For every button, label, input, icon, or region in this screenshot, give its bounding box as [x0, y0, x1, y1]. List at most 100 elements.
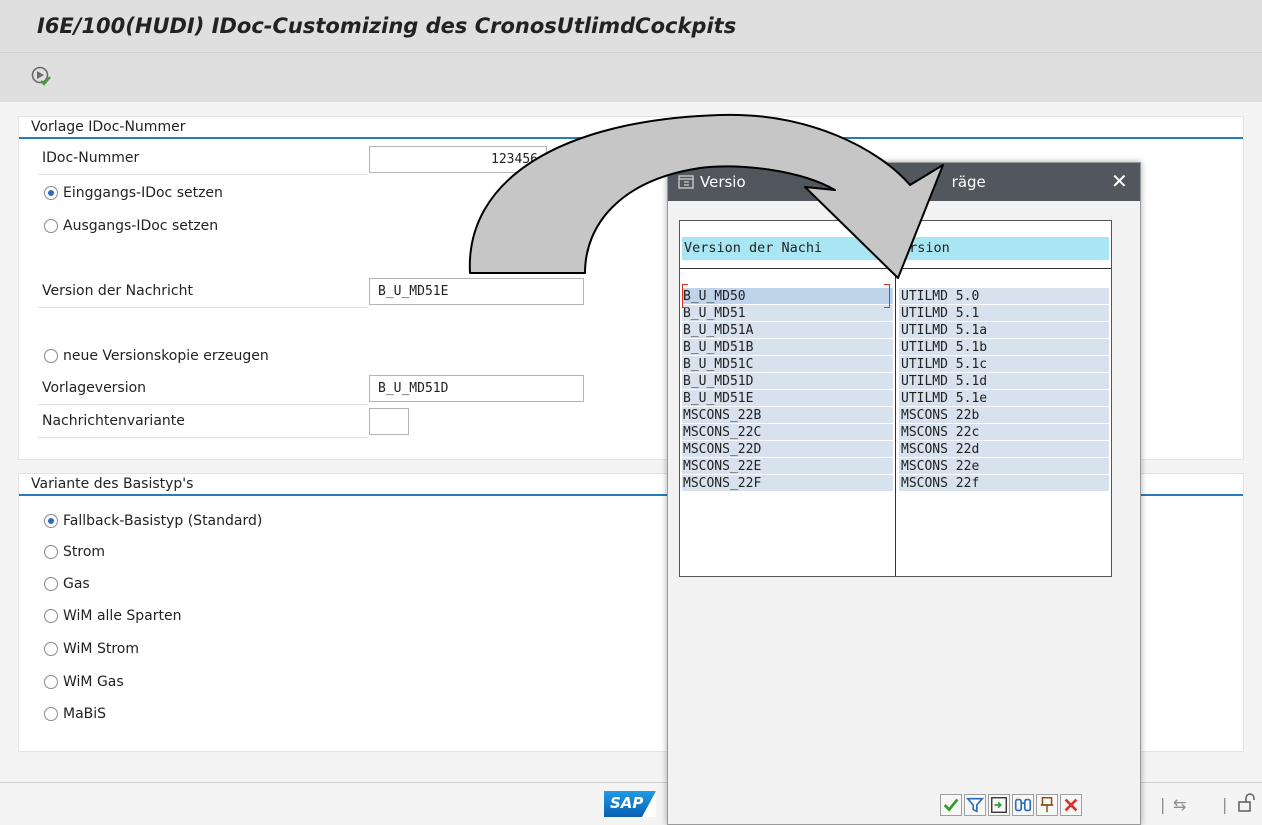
list-row[interactable]: B_U_MD51E UTILMD 5.1e	[682, 390, 1109, 407]
message-version-field[interactable]: B_U_MD51E	[369, 278, 584, 305]
radio-label: WiM Strom	[63, 641, 139, 657]
message-version-label: Version der Nachricht	[42, 283, 193, 299]
message-variant-field[interactable]	[369, 408, 409, 435]
radio-label: Ausgangs-IDoc setzen	[63, 218, 219, 234]
cell-version: MSCONS_22F	[682, 475, 893, 491]
label-underline	[38, 174, 368, 175]
cell-version: MSCONS_22C	[682, 424, 893, 440]
radio-dot	[44, 642, 58, 656]
radio-label: Strom	[63, 544, 106, 560]
cursor-bracket-right	[884, 284, 890, 308]
separator-icon: |	[1160, 795, 1166, 814]
execute-icon[interactable]	[30, 65, 52, 87]
toggle-layout-icon[interactable]: ⇆	[1173, 795, 1186, 814]
cell-version: MSCONS_22B	[682, 407, 893, 423]
dialog-window-icon	[678, 175, 694, 189]
column-header-version[interactable]: Version der Nachi	[684, 240, 822, 256]
radio-dot	[44, 545, 58, 559]
radio-dot	[44, 186, 58, 200]
result-list: Version der Nachi ersion B_U_MD50 UTILMD …	[679, 220, 1112, 577]
column-header-description[interactable]: ersion	[901, 237, 950, 260]
dialog-header: Versio räge ✕	[668, 163, 1140, 201]
radio-inbound-idoc[interactable]: Einggangs-IDoc setzen	[44, 185, 223, 201]
radio-label: Einggangs-IDoc setzen	[63, 185, 223, 201]
radio-label: neue Versionskopie erzeugen	[63, 348, 269, 364]
version-value-help-dialog: Versio räge ✕ Version der Nachi ersion B_…	[667, 162, 1141, 825]
list-row[interactable]: B_U_MD50 UTILMD 5.0	[682, 288, 1109, 305]
cell-version: MSCONS_22E	[682, 458, 893, 474]
radio-dot	[44, 514, 58, 528]
list-row[interactable]: B_U_MD51A UTILMD 5.1a	[682, 322, 1109, 339]
label-underline	[38, 307, 368, 308]
group-title: Vorlage IDoc-Nummer	[19, 117, 1243, 139]
dialog-title-start: Versio	[700, 173, 746, 191]
list-row[interactable]: B_U_MD51C UTILMD 5.1c	[682, 356, 1109, 373]
idoc-number-field[interactable]: 123456	[369, 146, 547, 173]
radio-gas[interactable]: Gas	[44, 576, 90, 592]
cancel-icon[interactable]	[1060, 794, 1082, 816]
cell-version: B_U_MD51E	[682, 390, 893, 406]
list-header: Version der Nachi ersion	[682, 237, 1109, 260]
radio-label: Gas	[63, 576, 90, 592]
toolbar	[0, 52, 1262, 102]
check-icon[interactable]	[940, 794, 962, 816]
radio-wim-strom[interactable]: WiM Strom	[44, 641, 139, 657]
dialog-title: Versio räge	[700, 173, 1120, 191]
radio-label: WiM Gas	[63, 674, 124, 690]
cell-description: MSCONS 22e	[899, 458, 1109, 474]
cell-version: B_U_MD51A	[682, 322, 893, 338]
radio-wim-gas[interactable]: WiM Gas	[44, 674, 124, 690]
cell-version: MSCONS_22D	[682, 441, 893, 457]
radio-strom[interactable]: Strom	[44, 544, 105, 560]
cell-description: MSCONS 22b	[899, 407, 1109, 423]
cell-description: MSCONS 22d	[899, 441, 1109, 457]
lock-icon[interactable]	[1236, 793, 1256, 813]
separator-icon: |	[1222, 795, 1228, 814]
pin-icon[interactable]	[1036, 794, 1058, 816]
cell-description: MSCONS 22f	[899, 475, 1109, 491]
cell-version: B_U_MD51D	[682, 373, 893, 389]
cell-description: UTILMD 5.0	[899, 288, 1109, 304]
close-icon[interactable]: ✕	[1111, 169, 1128, 193]
radio-dot	[44, 707, 58, 721]
cell-version: B_U_MD51C	[682, 356, 893, 372]
cell-description: UTILMD 5.1	[899, 305, 1109, 321]
cell-description: UTILMD 5.1b	[899, 339, 1109, 355]
radio-label: WiM alle Sparten	[63, 608, 182, 624]
list-row[interactable]: MSCONS_22F MSCONS 22f	[682, 475, 1109, 492]
list-row[interactable]: B_U_MD51D UTILMD 5.1d	[682, 373, 1109, 390]
cell-description: UTILMD 5.1e	[899, 390, 1109, 406]
radio-label: MaBiS	[63, 706, 107, 722]
cell-description: UTILMD 5.1a	[899, 322, 1109, 338]
export-icon[interactable]	[988, 794, 1010, 816]
template-version-label: Vorlageversion	[42, 380, 147, 396]
radio-outbound-idoc[interactable]: Ausgangs-IDoc setzen	[44, 218, 218, 234]
filter-icon[interactable]	[964, 794, 986, 816]
radio-label: Fallback-Basistyp (Standard)	[63, 513, 263, 529]
radio-dot	[44, 219, 58, 233]
cell-version: B_U_MD51B	[682, 339, 893, 355]
list-row[interactable]: MSCONS_22C MSCONS 22c	[682, 424, 1109, 441]
template-version-field[interactable]: B_U_MD51D	[369, 375, 584, 402]
sap-logo: SAP	[604, 791, 656, 817]
list-row[interactable]: B_U_MD51 UTILMD 5.1	[682, 305, 1109, 322]
cell-description: MSCONS 22c	[899, 424, 1109, 440]
radio-wim-alle-sparten[interactable]: WiM alle Sparten	[44, 608, 181, 624]
cell-description: UTILMD 5.1d	[899, 373, 1109, 389]
cell-version: B_U_MD50	[682, 288, 893, 304]
idoc-number-label: IDoc-Nummer	[42, 150, 140, 166]
list-row[interactable]: MSCONS_22D MSCONS 22d	[682, 441, 1109, 458]
message-variant-label: Nachrichtenvariante	[42, 413, 185, 429]
cursor-bracket-left	[682, 284, 688, 308]
radio-fallback-basistyp[interactable]: Fallback-Basistyp (Standard)	[44, 513, 262, 529]
list-row[interactable]: B_U_MD51B UTILMD 5.1b	[682, 339, 1109, 356]
radio-mabis[interactable]: MaBiS	[44, 706, 106, 722]
cell-version: B_U_MD51	[682, 305, 893, 321]
list-row[interactable]: MSCONS_22B MSCONS 22b	[682, 407, 1109, 424]
list-row[interactable]: MSCONS_22E MSCONS 22e	[682, 458, 1109, 475]
find-icon[interactable]	[1012, 794, 1034, 816]
radio-dot	[44, 577, 58, 591]
radio-dot	[44, 609, 58, 623]
radio-new-version-copy[interactable]: neue Versionskopie erzeugen	[44, 348, 269, 364]
label-underline	[38, 404, 368, 405]
